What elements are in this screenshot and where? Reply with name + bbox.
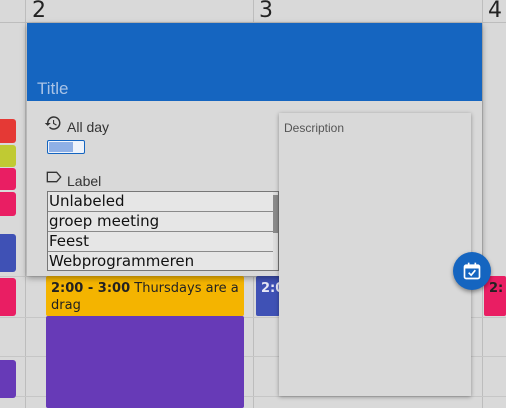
label-option-unlabeled[interactable]: Unlabeled [48, 192, 274, 212]
label-option-feest[interactable]: Feest [48, 232, 274, 252]
save-event-button[interactable] [453, 252, 491, 290]
event-block-purple[interactable] [46, 316, 244, 408]
calendar-check-icon [462, 261, 482, 286]
all-day-label: All day [67, 119, 110, 135]
event-block-thursday[interactable]: 2:00 - 3:00 Thursdays are a drag [46, 276, 244, 316]
event-time: 2:00 - 3:00 [51, 281, 131, 296]
day-number-3: 3 [259, 0, 273, 23]
event-chip[interactable] [0, 278, 16, 316]
day-number-4: 4 [488, 0, 502, 23]
label-option-groep-meeting[interactable]: groep meeting [48, 212, 274, 232]
modal-header: Title [27, 23, 482, 101]
event-chip[interactable] [0, 145, 16, 167]
column-divider [25, 0, 26, 408]
all-day-toggle[interactable] [47, 140, 85, 154]
description-label: Description [284, 121, 345, 135]
day-number-2: 2 [32, 0, 46, 23]
label-select-scrollbar[interactable] [273, 192, 278, 270]
column-divider [482, 0, 483, 408]
scrollbar-thumb[interactable] [273, 195, 278, 233]
label-field-label: Label [67, 173, 102, 189]
history-icon [44, 114, 62, 137]
event-time: 2:0 [261, 281, 280, 296]
title-input[interactable]: Title [37, 79, 69, 99]
label-option-webprogrammeren[interactable]: Webprogrammeren [48, 252, 274, 270]
event-chip[interactable] [0, 119, 16, 143]
event-time: 2: [489, 281, 504, 296]
event-chip[interactable] [0, 168, 16, 190]
event-chip[interactable] [0, 234, 16, 272]
event-chip[interactable] [0, 192, 16, 216]
label-tag-icon [46, 170, 62, 189]
event-block-indigo[interactable]: 2:0 [256, 276, 280, 316]
description-input[interactable]: Description [279, 113, 471, 396]
label-select[interactable]: Unlabeled groep meeting Feest Webprogram… [47, 191, 279, 271]
event-chip[interactable] [0, 360, 16, 398]
toggle-fill [49, 142, 73, 152]
